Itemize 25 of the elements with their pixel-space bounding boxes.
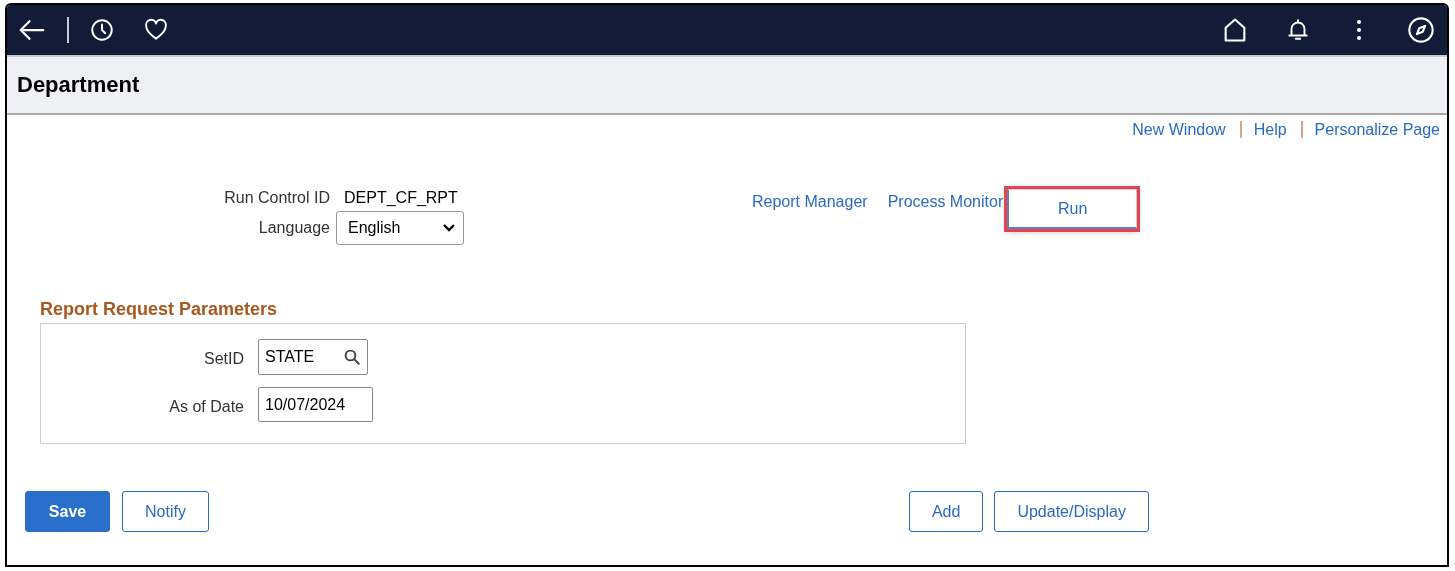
field-label: SetID	[203, 350, 244, 368]
search-icon[interactable]	[343, 348, 361, 366]
field-label: As of Date	[168, 397, 244, 416]
input-field[interactable]: 10/07/2024	[258, 387, 373, 422]
compass-icon[interactable]	[1407, 16, 1435, 44]
header-link[interactable]: Personalize Page	[1302, 121, 1440, 138]
input-field[interactable]: STATE	[258, 339, 368, 375]
header-link[interactable]: New Window	[1120, 121, 1242, 138]
run-button[interactable]: Run	[1007, 189, 1138, 229]
action-button[interactable]: Notify	[122, 491, 209, 532]
page-title: Department	[17, 72, 140, 98]
clock-icon[interactable]	[89, 17, 115, 43]
process-link[interactable]: Process Monitor	[887, 193, 1004, 211]
field-label: Run Control ID	[223, 189, 330, 207]
bell-icon[interactable]	[1285, 17, 1311, 43]
field-value: DEPT_CF_RPT	[344, 189, 459, 207]
action-button[interactable]: Add	[908, 491, 984, 532]
action-button[interactable]: Save	[25, 491, 110, 532]
section-title: Report Request Parameters	[40, 299, 279, 319]
process-link[interactable]: Report Manager	[752, 193, 868, 211]
language-dropdown[interactable]: English	[336, 211, 464, 245]
field-label: Language	[257, 219, 330, 237]
header-link[interactable]: Help	[1241, 121, 1303, 138]
chevron-icon	[443, 224, 455, 232]
action-button[interactable]: Update/Display	[994, 491, 1149, 532]
